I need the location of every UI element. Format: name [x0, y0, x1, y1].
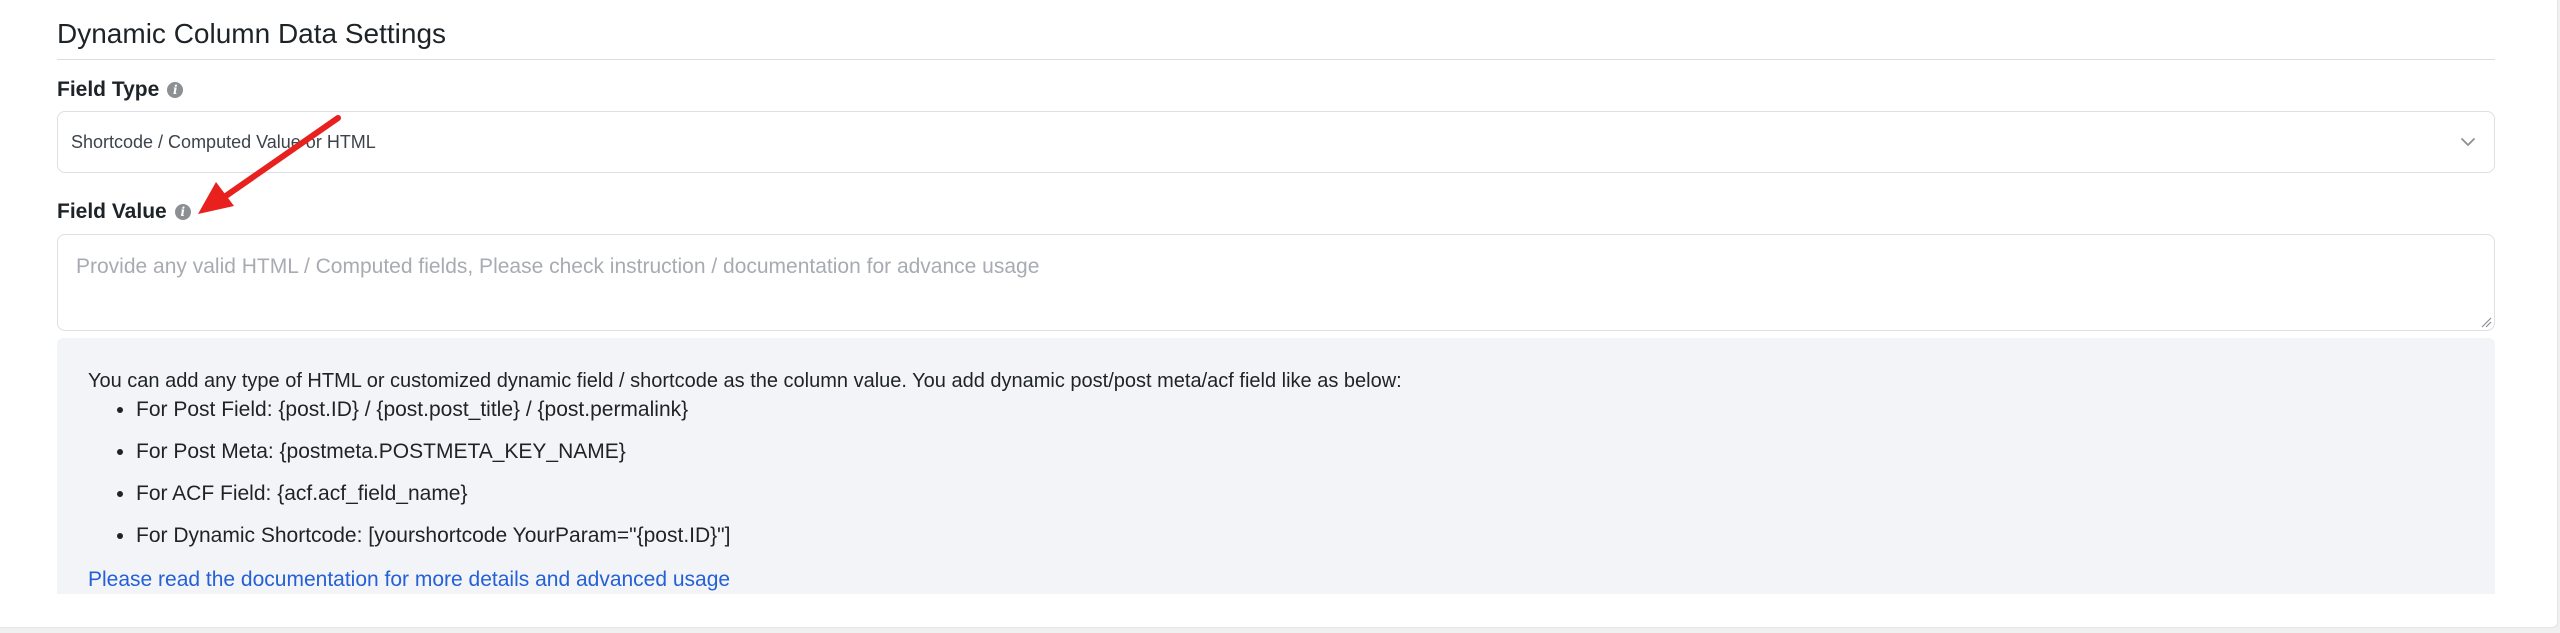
field-value-textarea[interactable]: Provide any valid HTML / Computed fields… [57, 234, 2495, 331]
field-type-label: Field Type [57, 78, 160, 101]
section-title: Dynamic Column Data Settings [57, 18, 447, 49]
field-value-placeholder: Provide any valid HTML / Computed fields… [76, 255, 1040, 278]
settings-panel: Dynamic Column Data Settings Field Type … [0, 0, 2558, 628]
list-item: For Post Field: {post.ID} / {post.post_t… [136, 396, 730, 438]
resize-grip-icon[interactable] [2480, 316, 2492, 328]
info-icon[interactable]: i [167, 82, 184, 98]
list-item: For Post Meta: {postmeta.POSTMETA_KEY_NA… [136, 438, 730, 480]
section-divider [57, 59, 2495, 60]
list-item: For ACF Field: {acf.acf_field_name} [136, 480, 730, 522]
field-type-label-row: Field Type i [57, 76, 184, 104]
field-type-select[interactable]: Shortcode / Computed Value or HTML [57, 111, 2495, 173]
info-icon[interactable]: i [174, 204, 191, 220]
chevron-down-icon [2461, 138, 2475, 146]
documentation-link[interactable]: Please read the documentation for more d… [88, 566, 730, 594]
help-list: For Post Field: {post.ID} / {post.post_t… [88, 396, 730, 564]
field-value-label: Field Value [57, 200, 167, 223]
field-type-selected-value: Shortcode / Computed Value or HTML [71, 132, 376, 152]
help-intro: You can add any type of HTML or customiz… [88, 370, 1402, 392]
field-value-label-row: Field Value i [57, 198, 191, 226]
list-item: For Dynamic Shortcode: [yourshortcode Yo… [136, 522, 730, 564]
help-box: You can add any type of HTML or customiz… [57, 338, 2495, 594]
